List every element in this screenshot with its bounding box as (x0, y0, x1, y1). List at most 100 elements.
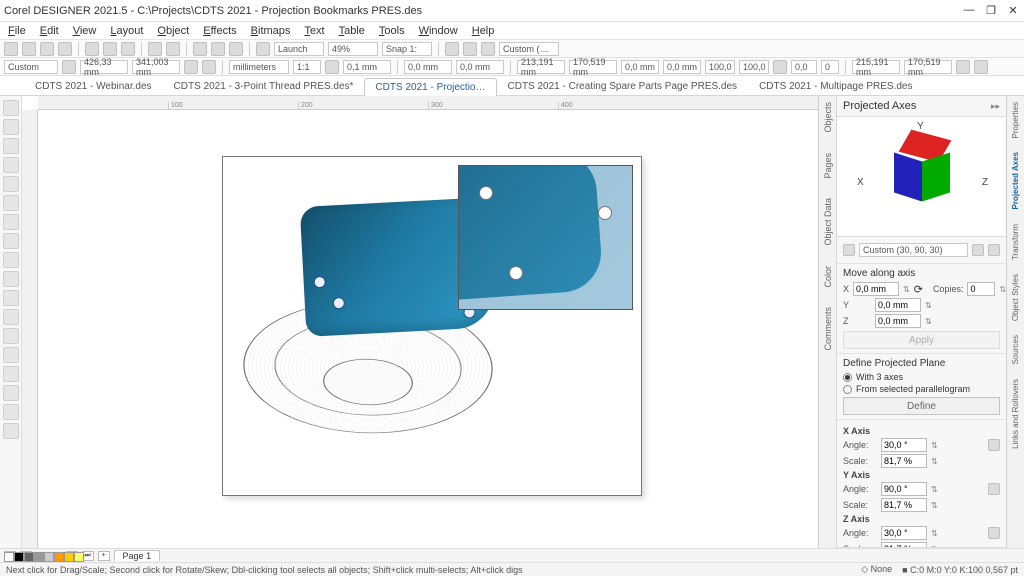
option2-icon[interactable] (463, 42, 477, 56)
axis-scale-input[interactable] (881, 542, 927, 548)
lock-icon[interactable] (988, 483, 1000, 495)
color-swatch[interactable] (74, 552, 84, 562)
document-tab[interactable]: CDTS 2021 - Multipage PRES.des (748, 77, 923, 95)
ratio-field[interactable]: 1:1 (293, 60, 321, 74)
import-icon[interactable] (193, 42, 207, 56)
dup-x[interactable]: 0,0 mm (404, 60, 452, 74)
move-z-input[interactable] (875, 314, 921, 328)
callout-tool[interactable] (3, 328, 19, 344)
paste-icon[interactable] (121, 42, 135, 56)
save-icon[interactable] (40, 42, 54, 56)
page-preset[interactable]: Custom (4, 60, 58, 74)
menu-help[interactable]: Help (472, 25, 495, 37)
projected-tool[interactable] (3, 347, 19, 363)
page-tab[interactable]: Page 1 (114, 550, 161, 561)
menu-layout[interactable]: Layout (110, 25, 143, 37)
redo-icon[interactable] (166, 42, 180, 56)
new-icon[interactable] (4, 42, 18, 56)
launch-dropdown[interactable]: Launch (274, 42, 324, 56)
cycle-icon[interactable]: ⟳ (914, 283, 923, 296)
menu-tools[interactable]: Tools (379, 25, 405, 37)
docker-tab-color[interactable]: Color (823, 266, 833, 288)
scale-x[interactable]: 100,0 (705, 60, 735, 74)
page-width[interactable]: 426,33 mm (80, 60, 128, 74)
print-icon[interactable] (58, 42, 72, 56)
pick-tool[interactable] (3, 100, 19, 116)
option-icon[interactable] (445, 42, 459, 56)
size-h[interactable]: 0,0 mm (663, 60, 701, 74)
fill-indicator[interactable]: ◇ None (861, 564, 892, 575)
undo-icon[interactable] (148, 42, 162, 56)
add-page-button[interactable]: + (98, 551, 110, 561)
docker-tab-comments[interactable]: Comments (823, 307, 833, 351)
fill-tool[interactable] (3, 366, 19, 382)
color-swatch[interactable] (44, 552, 54, 562)
snap-dropdown[interactable]: Snap 1: (382, 42, 432, 56)
dimension-tool[interactable] (3, 290, 19, 306)
cut-icon[interactable] (85, 42, 99, 56)
apply-button[interactable]: Apply (843, 331, 1000, 349)
docker-tab-properties[interactable]: Properties (1011, 102, 1020, 138)
restore-icon[interactable]: ❐ (984, 4, 998, 17)
detail-view[interactable] (458, 165, 633, 310)
delete-preset-icon[interactable] (988, 244, 1000, 256)
units-dropdown[interactable]: millimeters (229, 60, 289, 74)
projection-preset[interactable]: Custom (30, 90, 30) (859, 243, 968, 257)
polygon-tool[interactable] (3, 233, 19, 249)
document-tab[interactable]: CDTS 2021 - Creating Spare Parts Page PR… (497, 77, 749, 95)
menu-object[interactable]: Object (157, 25, 189, 37)
center-x[interactable]: 215,191 mm (852, 60, 900, 74)
canvas[interactable]: 100200300400 (22, 96, 818, 548)
radio-3-axes[interactable]: With 3 axes (843, 372, 1000, 382)
landscape-icon[interactable] (202, 60, 216, 74)
lock-ratio-icon[interactable] (773, 60, 787, 74)
dup-y[interactable]: 0,0 mm (456, 60, 504, 74)
misc-icon[interactable] (956, 60, 970, 74)
document-tab[interactable]: CDTS 2021 - Webinar.des (24, 77, 163, 95)
axes-preview[interactable]: X Y Z (837, 117, 1006, 237)
axis-angle-input[interactable] (881, 438, 927, 452)
panel-menu-icon[interactable]: ▸▸ (991, 101, 1000, 112)
docker-tab-object-styles[interactable]: Object Styles (1011, 274, 1020, 321)
color-swatch[interactable] (34, 552, 44, 562)
page-height[interactable]: 341,003 mm (132, 60, 180, 74)
menu-text[interactable]: Text (304, 25, 324, 37)
docker-tab-sources[interactable]: Sources (1011, 335, 1020, 364)
define-button[interactable]: Define (843, 397, 1000, 415)
transparency-tool[interactable] (3, 423, 19, 439)
export-icon[interactable] (211, 42, 225, 56)
pos-x[interactable]: 213,191 mm (517, 60, 565, 74)
menu-file[interactable]: File (8, 25, 26, 37)
outline-indicator[interactable]: ■ C:0 M:0 Y:0 K:100 0,567 pt (902, 565, 1018, 575)
save-preset-icon[interactable] (972, 244, 984, 256)
outline-tool[interactable] (3, 404, 19, 420)
close-icon[interactable]: ✕ (1006, 4, 1020, 17)
pos-y[interactable]: 170,519 mm (569, 60, 617, 74)
copies-field[interactable]: 0 (821, 60, 839, 74)
lock-icon[interactable] (988, 439, 1000, 451)
copy-icon[interactable] (103, 42, 117, 56)
eyedropper-tool[interactable] (3, 385, 19, 401)
rectangle-tool[interactable] (3, 195, 19, 211)
menu-edit[interactable]: Edit (40, 25, 59, 37)
color-swatch[interactable] (4, 552, 14, 562)
nudge-field[interactable]: 0,1 mm (343, 60, 391, 74)
center-y[interactable]: 170,519 mm (904, 60, 952, 74)
crop-tool[interactable] (3, 138, 19, 154)
document-tab[interactable]: CDTS 2021 - 3-Point Thread PRES.des* (163, 77, 365, 95)
scale-y[interactable]: 100,0 (739, 60, 769, 74)
menu-effects[interactable]: Effects (203, 25, 236, 37)
ellipse-tool[interactable] (3, 214, 19, 230)
option3-icon[interactable] (481, 42, 495, 56)
axis-angle-input[interactable] (881, 482, 927, 496)
move-y-input[interactable] (875, 298, 921, 312)
menu-table[interactable]: Table (339, 25, 365, 37)
size-w[interactable]: 0,0 mm (621, 60, 659, 74)
zoom-tool[interactable] (3, 157, 19, 173)
docker-tab-object-data[interactable]: Object Data (823, 198, 833, 246)
color-swatch[interactable] (14, 552, 24, 562)
color-swatch[interactable] (24, 552, 34, 562)
open-icon[interactable] (22, 42, 36, 56)
shape-tool[interactable] (3, 119, 19, 135)
docker-tab-links-and-rollovers[interactable]: Links and Rollovers (1011, 379, 1020, 449)
